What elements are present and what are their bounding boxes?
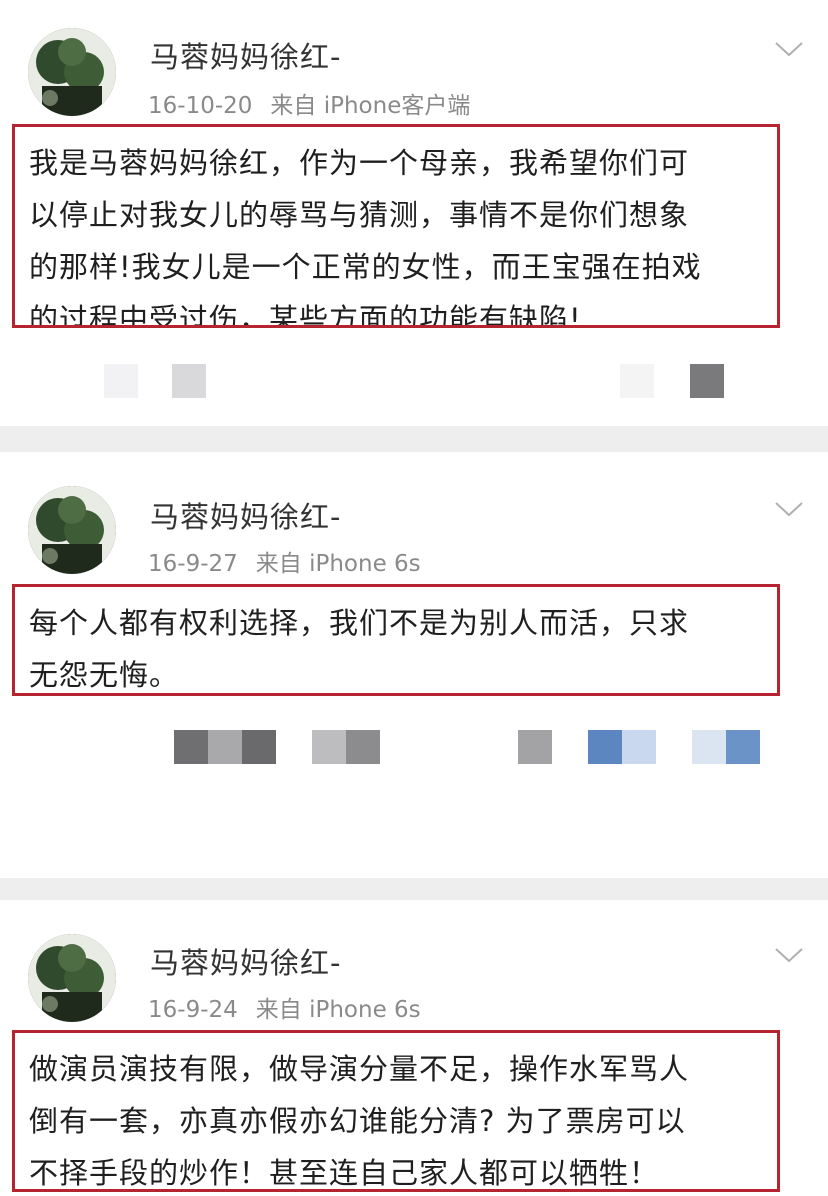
post-source: iPhone 6s — [309, 997, 421, 1023]
repost-button[interactable] — [104, 364, 138, 398]
action-bar — [0, 364, 828, 404]
post-content-line: 我是马蓉妈妈徐红，作为一个母亲，我希望你们可 — [29, 146, 690, 180]
comment-button[interactable] — [172, 364, 206, 398]
post-content: 我是马蓉妈妈徐红，作为一个母亲，我希望你们可 以停止对我女儿的辱骂与猜测，事情不… — [12, 124, 780, 328]
post-card: 马蓉妈妈徐红- 16-9-27 来自 iPhone 6s 每个人都有权利选择，我们… — [0, 452, 828, 878]
post-date: 16-9-24 — [148, 997, 238, 1023]
chevron-down-icon[interactable] — [774, 946, 804, 964]
chevron-down-icon[interactable] — [774, 500, 804, 518]
post-content-line: 每个人都有权利选择，我们不是为别人而活，只求 — [29, 606, 690, 640]
post-meta: 16-10-20 来自 iPhone客户端 — [148, 86, 470, 120]
username[interactable]: 马蓉妈妈徐红- — [150, 940, 341, 982]
avatar[interactable] — [28, 934, 116, 1022]
blurred-action[interactable] — [346, 730, 380, 764]
weibo-feed: 马蓉妈妈徐红- 16-10-20 来自 iPhone客户端 我是马蓉妈妈徐红，作为… — [0, 0, 828, 1196]
source-prefix: 来自 — [255, 551, 302, 577]
post-date: 16-10-20 — [148, 93, 253, 119]
blurred-action[interactable] — [208, 730, 242, 764]
source-prefix: 来自 — [255, 997, 302, 1023]
share-button[interactable] — [690, 364, 724, 398]
chevron-down-icon[interactable] — [774, 40, 804, 58]
feed-separator — [0, 878, 828, 900]
action-bar — [0, 730, 828, 770]
post-source: iPhone 6s — [309, 551, 421, 577]
post-date: 16-9-27 — [148, 551, 238, 577]
avatar[interactable] — [28, 28, 116, 116]
feed-separator — [0, 426, 828, 452]
post-source: iPhone客户端 — [323, 93, 471, 119]
avatar[interactable] — [28, 486, 116, 574]
blurred-action[interactable] — [518, 730, 552, 764]
post-content-line: 倒有一套，亦真亦假亦幻谁能分清? 为了票房可以 — [29, 1104, 686, 1138]
blurred-action[interactable] — [622, 730, 656, 764]
like-button[interactable] — [620, 364, 654, 398]
blurred-action[interactable] — [174, 730, 208, 764]
post-card: 马蓉妈妈徐红- 16-10-20 来自 iPhone客户端 我是马蓉妈妈徐红，作为… — [0, 0, 828, 426]
blurred-action[interactable] — [242, 730, 276, 764]
post-content-line: 的那样!我女儿是一个正常的女性，而王宝强在拍戏 — [29, 250, 702, 284]
post-content-line: 无怨无悔。 — [29, 658, 180, 692]
post-content-line: 不择手段的炒作！甚至连自己家人都可以牺牲！ — [29, 1156, 660, 1190]
post-meta: 16-9-24 来自 iPhone 6s — [148, 990, 421, 1024]
blurred-action[interactable] — [588, 730, 622, 764]
post-content-line: 的过程中受过伤，某些方面的功能有缺陷! — [29, 302, 582, 328]
post-content: 每个人都有权利选择，我们不是为别人而活，只求 无怨无悔。 — [12, 584, 780, 696]
source-prefix: 来自 — [270, 93, 317, 119]
post-content: 做演员演技有限，做导演分量不足，操作水军骂人 倒有一套，亦真亦假亦幻谁能分清? … — [12, 1030, 780, 1192]
post-card: 马蓉妈妈徐红- 16-9-24 来自 iPhone 6s 做演员演技有限，做导演分… — [0, 900, 828, 1196]
post-content-line: 做演员演技有限，做导演分量不足，操作水军骂人 — [29, 1052, 690, 1086]
blurred-action[interactable] — [692, 730, 726, 764]
post-content-line: 以停止对我女儿的辱骂与猜测，事情不是你们想象 — [29, 198, 690, 232]
blurred-action[interactable] — [726, 730, 760, 764]
username[interactable]: 马蓉妈妈徐红- — [150, 34, 341, 76]
username[interactable]: 马蓉妈妈徐红- — [150, 494, 341, 536]
blurred-action[interactable] — [312, 730, 346, 764]
post-meta: 16-9-27 来自 iPhone 6s — [148, 544, 421, 578]
